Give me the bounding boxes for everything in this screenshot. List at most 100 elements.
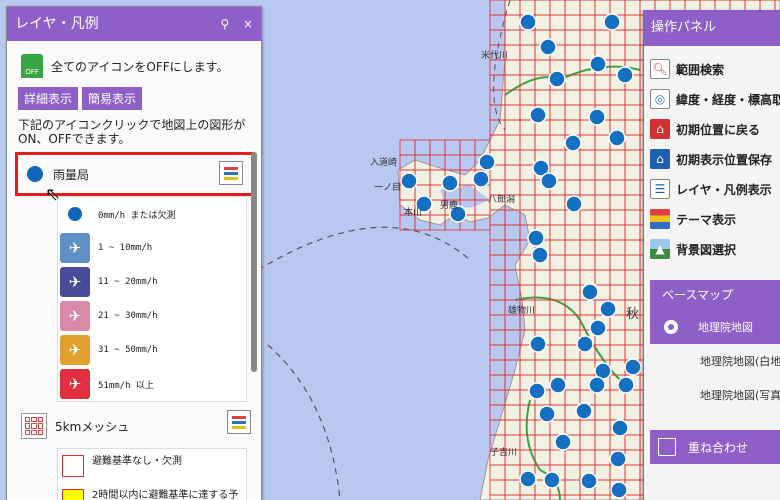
panel-title: 操作パネル (644, 10, 780, 46)
off-icon[interactable]: OFF (21, 54, 43, 78)
rain-gauge-marker[interactable] (529, 335, 547, 353)
panel-titlebar[interactable]: レイヤ・凡例 ⚲ × (7, 7, 261, 41)
rain-gauge-marker[interactable] (599, 300, 617, 318)
theme-icon (650, 209, 670, 229)
magnifier-icon: 🔍︎ (650, 59, 670, 79)
mouse-cursor-icon: ⇖ (45, 184, 61, 205)
op-theme[interactable]: テーマ表示 (644, 204, 780, 234)
map-label: 一ノ目 (374, 183, 402, 193)
rain-gauge-marker[interactable] (624, 358, 642, 376)
legend-item[interactable]: 避難基準なし・欠測 (58, 449, 246, 483)
rain-gauge-marker[interactable] (478, 153, 496, 171)
base-map-option[interactable]: 地理院地図(写真) (650, 378, 780, 412)
rain-gauge-marker[interactable] (589, 55, 607, 73)
map-label: 八郎潟 (488, 195, 516, 205)
rain-gauge-marker[interactable] (588, 108, 606, 126)
legend-item[interactable]: ✈ 11 ~ 20mm/h (58, 265, 246, 299)
overlay-checkbox[interactable] (658, 438, 676, 456)
rain-gauge-marker[interactable] (528, 382, 546, 400)
rain-gauge-marker[interactable] (580, 472, 598, 490)
rain-gauge-icon[interactable] (27, 166, 43, 182)
rain-gauge-marker[interactable] (543, 471, 561, 489)
legend-toggle-icon[interactable] (227, 410, 251, 434)
tab-detail[interactable]: 詳細表示 (18, 87, 79, 112)
rain-gauge-marker[interactable] (441, 174, 459, 192)
landscape-icon: ▲ (650, 239, 670, 259)
rain-gauge-marker[interactable] (609, 450, 627, 468)
op-latlon[interactable]: ◎ 緯度・経度・標高取得 (644, 84, 780, 114)
base-map-option[interactable]: 地理院地図(白地図) (650, 344, 780, 378)
map-label: 本山 (404, 208, 423, 218)
rain-gauge-marker[interactable] (611, 419, 629, 437)
rain-runner-icon: ✈ (60, 233, 90, 263)
operation-panel: 操作パネル 🔍︎ 範囲検索 ◎ 緯度・経度・標高取得 ⌂ 初期位置に戻る ⌂ 初… (643, 10, 780, 500)
base-map-option-selected[interactable]: 地理院地図 (650, 310, 780, 344)
map-label: 秋 (626, 307, 640, 322)
rain-gauge-marker[interactable] (589, 319, 607, 337)
rain-0-icon (60, 199, 90, 229)
layer-rain-gauge[interactable]: 雨量局 ⇖ (15, 152, 255, 205)
overlay-toggle[interactable]: 重ね合わせ (650, 430, 780, 464)
rain-gauge-marker[interactable] (617, 376, 635, 394)
rain-gauge-marker[interactable] (554, 433, 572, 451)
radio-selected-icon[interactable] (664, 320, 678, 334)
rain-gauge-marker[interactable] (588, 376, 606, 394)
map-label: 雄物川 (508, 306, 536, 316)
rain-gauge-marker[interactable] (603, 13, 621, 31)
all-off-row[interactable]: OFF 全てのアイコンをOFFにします。 (7, 41, 261, 81)
close-icon[interactable]: × (243, 7, 253, 41)
rain-gauge-marker[interactable] (581, 283, 599, 301)
layer-5km-mesh[interactable]: 5kmメッシュ (7, 406, 261, 446)
rain-runner-icon: ✈ (60, 301, 90, 331)
panel-title: レイヤ・凡例 (15, 16, 99, 32)
pin-icon[interactable]: ⚲ (220, 7, 229, 41)
op-range-search[interactable]: 🔍︎ 範囲検索 (644, 54, 780, 84)
rain-runner-icon: ✈ (60, 335, 90, 365)
rain-gauge-marker[interactable] (610, 481, 628, 499)
boundary-line (257, 226, 471, 271)
scrollbar[interactable] (251, 152, 257, 372)
legend-item[interactable]: ✈ 21 ~ 30mm/h (58, 299, 246, 333)
legend-toggle-icon[interactable] (219, 161, 243, 185)
rain-runner-icon: ✈ (60, 369, 90, 399)
rain-gauge-marker[interactable] (565, 195, 583, 213)
op-background[interactable]: ▲ 背景図選択 (644, 234, 780, 264)
boundary-line (267, 344, 341, 500)
mesh-grid-icon[interactable] (21, 413, 47, 439)
op-legend[interactable]: ☰ レイヤ・凡例表示 (644, 174, 780, 204)
rain-gauge-marker[interactable] (540, 172, 558, 190)
legend-item[interactable]: ✈ 31 ~ 50mm/h (58, 333, 246, 367)
rain-gauge-marker[interactable] (548, 70, 566, 88)
rain-legend-items: 0mm/h または欠測 ✈ 1 ~ 10mm/h ✈ 11 ~ 20mm/h ✈… (57, 196, 247, 402)
rain-gauge-marker[interactable] (519, 470, 537, 488)
rain-gauge-marker[interactable] (549, 376, 567, 394)
rain-gauge-marker[interactable] (538, 405, 556, 423)
rain-gauge-marker[interactable] (616, 66, 634, 84)
tab-simple[interactable]: 簡易表示 (82, 87, 143, 112)
home-icon: ⌂ (650, 119, 670, 139)
target-icon: ◎ (650, 89, 670, 109)
layer-legend-panel: レイヤ・凡例 ⚲ × OFF 全てのアイコンをOFFにします。 詳細表示 簡易表… (6, 6, 262, 500)
rain-gauge-marker[interactable] (529, 106, 547, 124)
map-label: 男鹿 (440, 201, 459, 211)
rain-gauge-marker[interactable] (527, 229, 545, 247)
legend-item[interactable]: 2時間以内に避難基準に達する予想となる区域 (58, 483, 246, 500)
rain-gauge-marker[interactable] (531, 246, 549, 264)
legend-item[interactable]: 0mm/h または欠測 (58, 197, 246, 231)
rain-gauge-marker[interactable] (472, 170, 490, 188)
layer-name: 雨量局 (53, 167, 90, 182)
rain-gauge-marker[interactable] (400, 172, 418, 190)
legend-item[interactable]: ✈ 1 ~ 10mm/h (58, 231, 246, 265)
legend-item[interactable]: ✈ 51mm/h 以上 (58, 367, 246, 401)
rain-gauge-marker[interactable] (539, 38, 557, 56)
rain-gauge-marker[interactable] (564, 134, 582, 152)
rain-gauge-marker[interactable] (519, 13, 537, 31)
map-label: 子吉川 (490, 448, 518, 458)
rain-gauge-marker[interactable] (575, 402, 593, 420)
home-save-icon: ⌂ (650, 149, 670, 169)
rain-gauge-marker[interactable] (608, 129, 626, 147)
legend-list[interactable]: 雨量局 ⇖ 0mm/h または欠測 ✈ 1 ~ 10mm/h ✈ 11 ~ 20… (7, 152, 261, 500)
op-home[interactable]: ⌂ 初期位置に戻る (644, 114, 780, 144)
rain-gauge-marker[interactable] (576, 335, 594, 353)
op-home-save[interactable]: ⌂ 初期表示位置保存 (644, 144, 780, 174)
